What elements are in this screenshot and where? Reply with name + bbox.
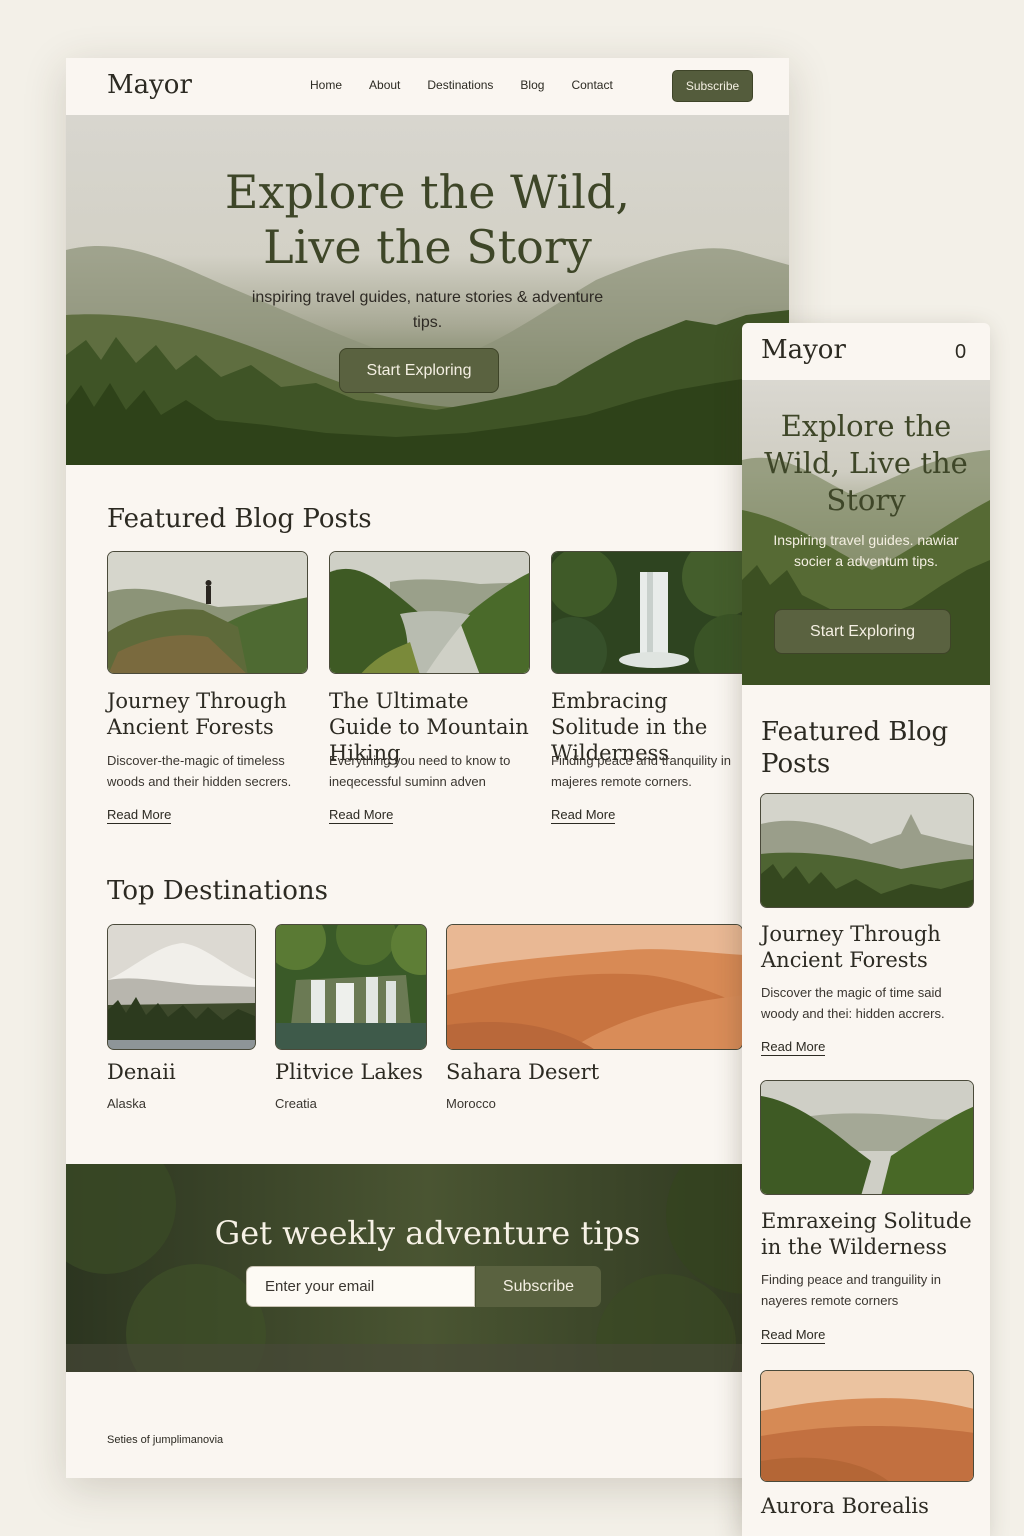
hero-title-line1: Explore the Wild, (224, 165, 631, 219)
newsletter-heading: Get weekly adventure tips (214, 1214, 641, 1252)
mobile-post-title-aurora[interactable]: Aurora Borealis (761, 1494, 929, 1518)
mobile-post-title-forest[interactable]: Journey Through Ancient Forests (761, 921, 976, 973)
newsletter-subscribe-button[interactable]: Subscribe (476, 1266, 601, 1307)
destination-image-denali[interactable] (107, 924, 256, 1050)
newsletter-section: Get weekly adventure tips Enter your ema… (66, 1164, 789, 1372)
mobile-start-exploring-button[interactable]: Start Exploring (774, 609, 951, 654)
nav-link-home[interactable]: Home (310, 78, 342, 92)
featured-posts-heading: Featured Blog Posts (107, 504, 372, 534)
mobile-page: Mayor 0 Explore the Wild, Live the Story… (742, 323, 990, 1536)
post-image-waterfall[interactable] (551, 551, 751, 674)
mobile-brand-logo[interactable]: Mayor (761, 335, 846, 365)
post-desc-solitude: Finding peace and tranquility in majeres… (551, 753, 731, 789)
hero-title: Explore the Wild, Live the Story (66, 165, 789, 275)
destination-name-sahara[interactable]: Sahara Desert (446, 1060, 599, 1084)
read-more-link-forest[interactable]: Read More (107, 807, 172, 824)
mobile-menu-icon[interactable]: 0 (955, 341, 966, 364)
post-title-forest[interactable]: Journey Through Ancient Forests (107, 688, 307, 740)
newsletter-email-input[interactable]: Enter your email (246, 1266, 475, 1307)
mobile-featured-heading: Featured Blog Posts (761, 717, 949, 779)
hero-subtitle: inspiring travel guides, nature stories … (251, 289, 604, 331)
desktop-page: Mayor Home About Destinations Blog Conta… (66, 58, 789, 1478)
mobile-post-desc-forest: Discover the magic of time said woody an… (761, 985, 945, 1021)
mobile-hero-banner: Explore the Wild, Live the Story Inspiri… (742, 380, 990, 685)
destination-name-plitvice[interactable]: Plitvice Lakes (275, 1060, 423, 1084)
brand-logo[interactable]: Mayor (107, 70, 192, 100)
mobile-hero-subtitle: Inspiring travel guides. nawiar socier a… (773, 532, 959, 569)
top-nav: Mayor Home About Destinations Blog Conta… (66, 58, 789, 115)
nav-link-destinations[interactable]: Destinations (427, 78, 493, 92)
nav-link-about[interactable]: About (369, 78, 400, 92)
read-more-link-solitude[interactable]: Read More (551, 807, 616, 824)
mobile-post-title-solitude[interactable]: Emraxeing Solitude in the Wilderness (761, 1208, 976, 1260)
nav-links: Home About Destinations Blog Contact (310, 78, 613, 92)
destination-location-plitvice: Creatia (275, 1096, 317, 1111)
hero-banner: Explore the Wild, Live the Story inspiri… (66, 115, 789, 465)
mobile-post-image-forest[interactable] (760, 793, 974, 908)
post-desc-forest: Discover-the-magic of timeless woods and… (107, 753, 292, 789)
destination-location-denali: Alaska (107, 1096, 147, 1111)
read-more-link-mountain[interactable]: Read More (329, 807, 394, 824)
post-desc-mountain: Everything you need to know to ineqecess… (329, 753, 511, 789)
post-image-mountain[interactable] (329, 551, 530, 674)
mobile-post-desc-solitude: Finding peace and tranguility in nayeres… (761, 1272, 941, 1308)
mobile-read-more-link-forest[interactable]: Read More (761, 1039, 826, 1056)
hero-title-line2: Live the Story (263, 220, 592, 274)
start-exploring-button[interactable]: Start Exploring (339, 348, 499, 393)
top-destinations-heading: Top Destinations (107, 876, 328, 906)
destination-image-plitvice[interactable] (275, 924, 427, 1050)
destination-name-denali[interactable]: Denaii (107, 1060, 176, 1084)
mobile-read-more-link-solitude[interactable]: Read More (761, 1327, 826, 1344)
nav-link-contact[interactable]: Contact (571, 78, 612, 92)
destination-image-sahara[interactable] (446, 924, 743, 1050)
footer-text: Seties of jumplimanovia (107, 1434, 224, 1446)
destination-location-sahara: Morocco (446, 1096, 496, 1111)
nav-subscribe-button[interactable]: Subscribe (672, 70, 753, 102)
mobile-post-image-solitude[interactable] (760, 1080, 974, 1195)
mobile-hero-title: Explore the Wild, Live the Story (764, 409, 968, 517)
post-image-forest[interactable] (107, 551, 308, 674)
mobile-post-image-desert[interactable] (760, 1370, 974, 1482)
nav-link-blog[interactable]: Blog (520, 78, 544, 92)
